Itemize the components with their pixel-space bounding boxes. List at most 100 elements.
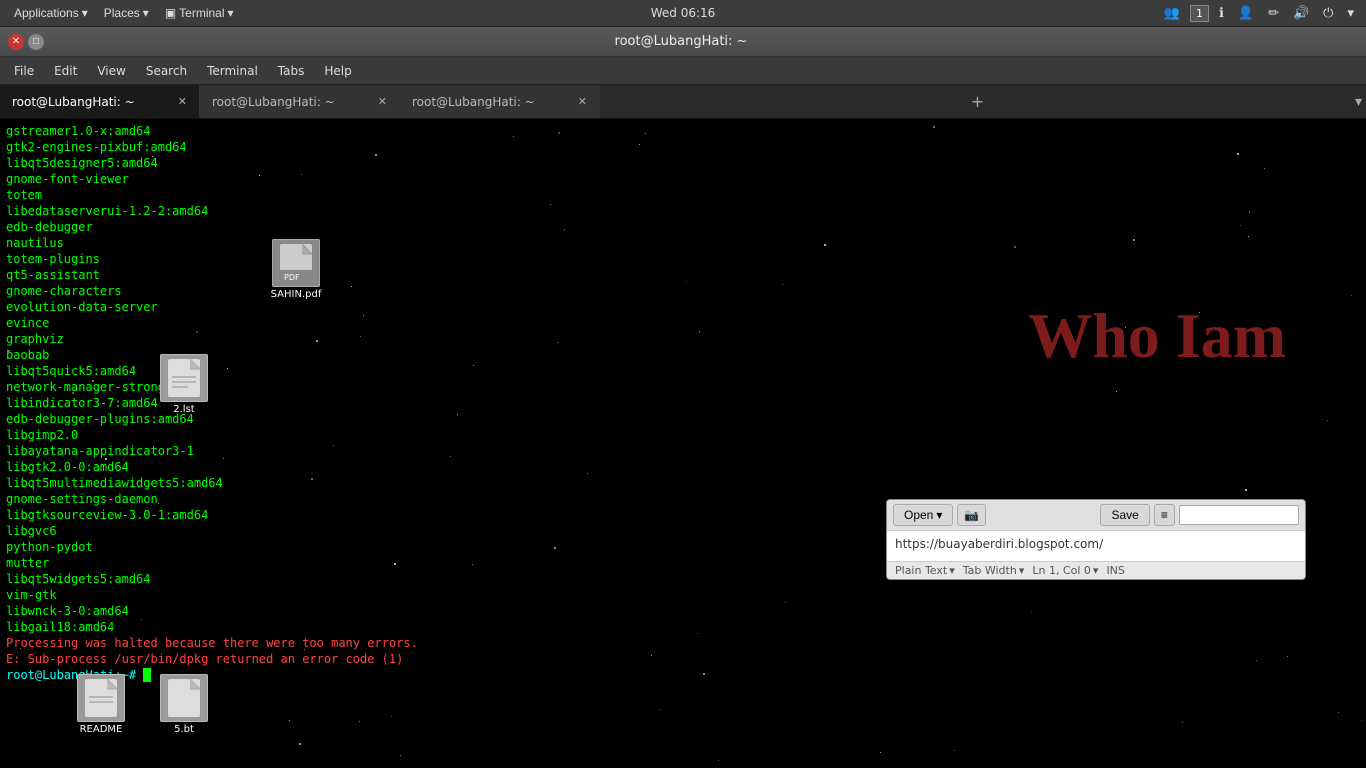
- terminal-content[interactable]: gstreamer1.0-x:amd64gtk2-engines-pixbuf:…: [0, 119, 1366, 768]
- lst-icon-label: 2.lst: [173, 404, 194, 415]
- dialog-url-input[interactable]: [1179, 505, 1299, 525]
- tab-1-close[interactable]: ✕: [178, 95, 187, 108]
- power-arrow-icon[interactable]: ▾: [1343, 4, 1358, 23]
- menu-tabs[interactable]: Tabs: [268, 60, 315, 82]
- terminal-menu-icon: ▣: [165, 6, 176, 20]
- applications-label: Applications: [14, 6, 79, 20]
- terminal-line: gnome-characters: [6, 283, 1360, 299]
- readme-icon-label: README: [80, 724, 123, 735]
- lst-icon: [160, 354, 208, 402]
- menu-file[interactable]: File: [4, 60, 44, 82]
- dialog-camera-button[interactable]: 📷: [957, 504, 986, 526]
- tab-2[interactable]: root@LubangHati: ~ ✕: [200, 85, 400, 118]
- pdf-icon: PDF: [272, 239, 320, 287]
- readme-icon: [77, 674, 125, 722]
- system-bar-right: 👥 1 ℹ 👤 ✏ 🔊 ⏻ ▾: [1160, 4, 1358, 23]
- desktop-icon-pdf[interactable]: PDF SAHIN.pdf: [260, 239, 332, 300]
- dialog-save-button[interactable]: Save: [1100, 504, 1149, 526]
- dialog-menu-button[interactable]: ≡: [1154, 504, 1175, 526]
- terminal-line: libayatana-appindicator3-1: [6, 443, 1360, 459]
- plain-text-arrow: ▾: [949, 564, 955, 577]
- desktop-icon-readme[interactable]: README: [65, 674, 137, 735]
- 5bt-icon-label: 5.bt: [174, 724, 194, 735]
- dialog-open-button[interactable]: Open ▾: [893, 504, 953, 526]
- terminal-line: totem: [6, 187, 1360, 203]
- applications-menu[interactable]: Applications ▾: [8, 4, 94, 22]
- menu-search[interactable]: Search: [136, 60, 197, 82]
- tab-3-label: root@LubangHati: ~: [412, 95, 535, 109]
- tab-width-arrow: ▾: [1019, 564, 1025, 577]
- pdf-icon-label: SAHIN.pdf: [271, 289, 322, 300]
- terminal-menu[interactable]: ▣ Terminal ▾: [159, 4, 240, 22]
- menu-bar: File Edit View Search Terminal Tabs Help: [0, 57, 1366, 85]
- workspace-badge[interactable]: 1: [1190, 5, 1209, 22]
- tab-3[interactable]: root@LubangHati: ~ ✕: [400, 85, 600, 118]
- open-label: Open: [904, 508, 933, 522]
- terminal-line: edb-debugger: [6, 219, 1360, 235]
- plain-text-status[interactable]: Plain Text ▾: [895, 564, 955, 577]
- volume-icon[interactable]: 🔊: [1289, 4, 1313, 23]
- terminal-line: libwnck-3-0:amd64: [6, 603, 1360, 619]
- terminal-line: vim-gtk: [6, 587, 1360, 603]
- tab-2-label: root@LubangHati: ~: [212, 95, 335, 109]
- terminal-error-line: E: Sub-process /usr/bin/dpkg returned an…: [6, 651, 1360, 667]
- window-maximize-button[interactable]: □: [28, 34, 44, 50]
- ln-col-arrow: ▾: [1093, 564, 1099, 577]
- terminal-label: Terminal: [179, 6, 224, 20]
- tab-add-button[interactable]: +: [963, 85, 992, 118]
- system-datetime: Wed 06:16: [651, 6, 716, 20]
- terminal-line: libqt5designer5:amd64: [6, 155, 1360, 171]
- terminal-line: qt5-assistant: [6, 267, 1360, 283]
- terminal-line: nautilus: [6, 235, 1360, 251]
- ln-col-label: Ln 1, Col 0: [1032, 564, 1091, 577]
- dialog-statusbar: Plain Text ▾ Tab Width ▾ Ln 1, Col 0 ▾ I…: [887, 561, 1305, 579]
- terminal-titlebar: ✕ □ root@LubangHati: ~: [0, 27, 1366, 57]
- terminal-line: graphviz: [6, 331, 1360, 347]
- dialog-toolbar: Open ▾ 📷 Save ≡: [887, 500, 1305, 531]
- system-bar-left: Applications ▾ Places ▾ ▣ Terminal ▾: [8, 4, 240, 22]
- applications-arrow-icon: ▾: [82, 6, 88, 20]
- pen-icon[interactable]: ✏: [1264, 4, 1283, 23]
- info-icon[interactable]: ℹ: [1215, 4, 1228, 23]
- desktop-icon-lst[interactable]: 2.lst: [148, 354, 220, 415]
- people-icon[interactable]: 👥: [1160, 4, 1184, 23]
- menu-edit[interactable]: Edit: [44, 60, 87, 82]
- terminal-line: gstreamer1.0-x:amd64: [6, 123, 1360, 139]
- menu-terminal[interactable]: Terminal: [197, 60, 268, 82]
- 5bt-icon: [160, 674, 208, 722]
- open-arrow-icon: ▾: [936, 508, 942, 522]
- tab-width-label: Tab Width: [963, 564, 1017, 577]
- terminal-line: libgail18:amd64: [6, 619, 1360, 635]
- save-label: Save: [1111, 508, 1138, 522]
- window-controls: ✕ □: [8, 34, 44, 50]
- menu-help[interactable]: Help: [314, 60, 361, 82]
- terminal-error-line: Processing was halted because there were…: [6, 635, 1360, 651]
- ln-col-status: Ln 1, Col 0 ▾: [1032, 564, 1098, 577]
- tab-bar: root@LubangHati: ~ ✕ root@LubangHati: ~ …: [0, 85, 1366, 119]
- places-arrow-icon: ▾: [143, 6, 149, 20]
- tab-scroll-down[interactable]: ▾: [1355, 94, 1362, 110]
- tab-3-close[interactable]: ✕: [578, 95, 587, 108]
- floating-dialog: Open ▾ 📷 Save ≡ https://buayaberdiri.blo…: [886, 499, 1306, 580]
- desktop-icon-5bt[interactable]: 5.bt: [148, 674, 220, 735]
- menu-view[interactable]: View: [87, 60, 135, 82]
- tab-1[interactable]: root@LubangHati: ~ ✕: [0, 85, 200, 118]
- ins-label: INS: [1106, 564, 1124, 577]
- terminal-line: libqt5multimediawidgets5:amd64: [6, 475, 1360, 491]
- terminal-line: totem-plugins: [6, 251, 1360, 267]
- terminal-line: gtk2-engines-pixbuf:amd64: [6, 139, 1360, 155]
- terminal-title: root@LubangHati: ~: [44, 34, 1318, 49]
- tab-2-close[interactable]: ✕: [378, 95, 387, 108]
- terminal-arrow-icon: ▾: [228, 6, 234, 20]
- power-icon[interactable]: ⏻: [1319, 4, 1337, 23]
- window-close-button[interactable]: ✕: [8, 34, 24, 50]
- plain-text-label: Plain Text: [895, 564, 947, 577]
- tab-1-label: root@LubangHati: ~: [12, 95, 135, 109]
- tab-width-status[interactable]: Tab Width ▾: [963, 564, 1025, 577]
- user-icon[interactable]: 👤: [1234, 4, 1258, 23]
- places-menu[interactable]: Places ▾: [98, 4, 155, 22]
- dialog-url-display: https://buayaberdiri.blogspot.com/: [895, 537, 1103, 551]
- terminal-line: libgtk2.0-0:amd64: [6, 459, 1360, 475]
- terminal-line: evolution-data-server: [6, 299, 1360, 315]
- terminal-line: gnome-font-viewer: [6, 171, 1360, 187]
